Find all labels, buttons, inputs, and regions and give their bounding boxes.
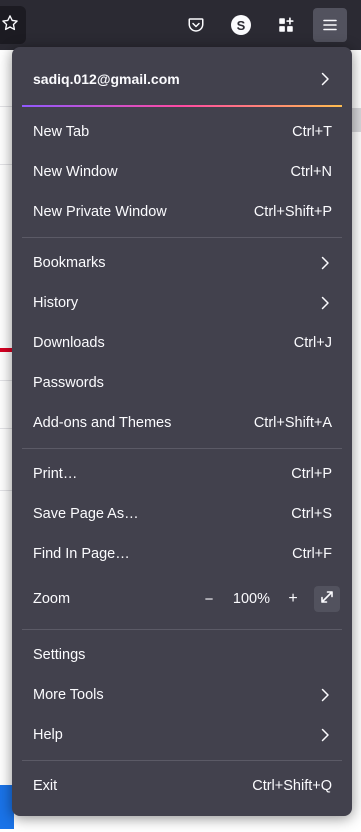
menu-item-label: More Tools bbox=[33, 687, 104, 703]
menu-item-label: Find In Page… bbox=[33, 546, 130, 562]
menu-item-find-in-page[interactable]: Find In Page… Ctrl+F bbox=[22, 536, 342, 572]
menu-item-shortcut: Ctrl+N bbox=[290, 164, 333, 180]
menu-item-more-tools[interactable]: More Tools bbox=[22, 677, 342, 713]
menu-item-label: Zoom bbox=[33, 591, 71, 607]
bookmark-star-button[interactable] bbox=[0, 6, 26, 44]
minus-icon: − bbox=[204, 590, 214, 608]
zoom-reset-value[interactable]: 100% bbox=[233, 591, 270, 607]
menu-item-history[interactable]: History bbox=[22, 285, 342, 321]
menu-separator bbox=[22, 237, 342, 238]
page-divider bbox=[0, 164, 12, 165]
menu-item-help[interactable]: Help bbox=[22, 717, 342, 753]
menu-item-new-private-window[interactable]: New Private Window Ctrl+Shift+P bbox=[22, 194, 342, 230]
menu-item-downloads[interactable]: Downloads Ctrl+J bbox=[22, 325, 342, 361]
menu-item-shortcut: Ctrl+T bbox=[292, 124, 332, 140]
extensions-button[interactable] bbox=[269, 8, 303, 42]
menu-item-label: Bookmarks bbox=[33, 255, 106, 271]
menu-item-shortcut: Ctrl+S bbox=[291, 506, 332, 522]
hamburger-menu-icon bbox=[322, 17, 338, 33]
app-menu-button[interactable] bbox=[313, 8, 347, 42]
sync-account-icon: S bbox=[231, 15, 251, 35]
menu-item-label: Add-ons and Themes bbox=[33, 415, 172, 431]
menu-item-shortcut: Ctrl+Shift+P bbox=[253, 204, 332, 220]
page-divider bbox=[0, 106, 12, 107]
account-gradient-separator bbox=[22, 105, 342, 107]
menu-item-label: Print… bbox=[33, 466, 78, 482]
menu-item-shortcut: Ctrl+Shift+A bbox=[253, 415, 332, 431]
menu-item-passwords[interactable]: Passwords bbox=[22, 365, 342, 401]
menu-item-shortcut: Ctrl+P bbox=[291, 466, 332, 482]
menu-separator bbox=[22, 629, 342, 630]
chevron-right-icon bbox=[318, 72, 332, 86]
menu-item-label: Settings bbox=[33, 647, 86, 663]
account-avatar-letter: S bbox=[236, 17, 246, 33]
page-divider bbox=[0, 428, 12, 429]
chevron-right-icon bbox=[318, 688, 332, 702]
menu-item-label: Save Page As… bbox=[33, 506, 139, 522]
menu-item-shortcut: Ctrl+Shift+Q bbox=[252, 778, 332, 794]
pocket-icon bbox=[187, 16, 205, 34]
menu-item-exit[interactable]: Exit Ctrl+Shift+Q bbox=[22, 768, 342, 804]
menu-item-addons-themes[interactable]: Add-ons and Themes Ctrl+Shift+A bbox=[22, 405, 342, 441]
menu-item-new-window[interactable]: New Window Ctrl+N bbox=[22, 154, 342, 190]
pocket-button[interactable] bbox=[179, 8, 213, 42]
app-menu-panel: sadiq.012@gmail.com New Tab Ctrl+T New W… bbox=[12, 47, 352, 816]
menu-item-save-page[interactable]: Save Page As… Ctrl+S bbox=[22, 496, 342, 532]
fullscreen-icon bbox=[319, 589, 335, 610]
chevron-right-icon bbox=[318, 728, 332, 742]
browser-toolbar: S bbox=[0, 0, 361, 50]
menu-item-label: Exit bbox=[33, 778, 58, 794]
menu-separator bbox=[22, 448, 342, 449]
page-divider bbox=[0, 380, 12, 381]
zoom-in-button[interactable]: + bbox=[282, 588, 304, 610]
menu-separator bbox=[22, 760, 342, 761]
extensions-icon bbox=[277, 16, 295, 34]
menu-item-label: Passwords bbox=[33, 375, 104, 391]
menu-item-label: New Private Window bbox=[33, 204, 167, 220]
menu-item-label: New Window bbox=[33, 164, 118, 180]
account-sync-button[interactable]: S bbox=[224, 8, 258, 42]
menu-item-label: Downloads bbox=[33, 335, 105, 351]
account-item[interactable]: sadiq.012@gmail.com bbox=[22, 59, 342, 99]
menu-item-shortcut: Ctrl+F bbox=[292, 546, 332, 562]
page-divider bbox=[0, 490, 12, 491]
zoom-out-button[interactable]: − bbox=[198, 588, 220, 610]
menu-item-print[interactable]: Print… Ctrl+P bbox=[22, 456, 342, 492]
menu-item-zoom: Zoom − 100% + bbox=[22, 581, 342, 617]
fullscreen-button[interactable] bbox=[314, 586, 340, 612]
menu-item-label: Help bbox=[33, 727, 63, 743]
star-icon bbox=[1, 14, 19, 37]
menu-item-label: New Tab bbox=[33, 124, 90, 140]
menu-item-new-tab[interactable]: New Tab Ctrl+T bbox=[22, 114, 342, 150]
menu-item-shortcut: Ctrl+J bbox=[293, 335, 332, 351]
menu-item-label: History bbox=[33, 295, 79, 311]
account-email: sadiq.012@gmail.com bbox=[33, 71, 180, 87]
page-scrollbar-thumb[interactable] bbox=[351, 108, 361, 132]
chevron-right-icon bbox=[318, 256, 332, 270]
chevron-right-icon bbox=[318, 296, 332, 310]
menu-item-settings[interactable]: Settings bbox=[22, 637, 342, 673]
plus-icon: + bbox=[288, 590, 298, 607]
menu-item-bookmarks[interactable]: Bookmarks bbox=[22, 245, 342, 281]
